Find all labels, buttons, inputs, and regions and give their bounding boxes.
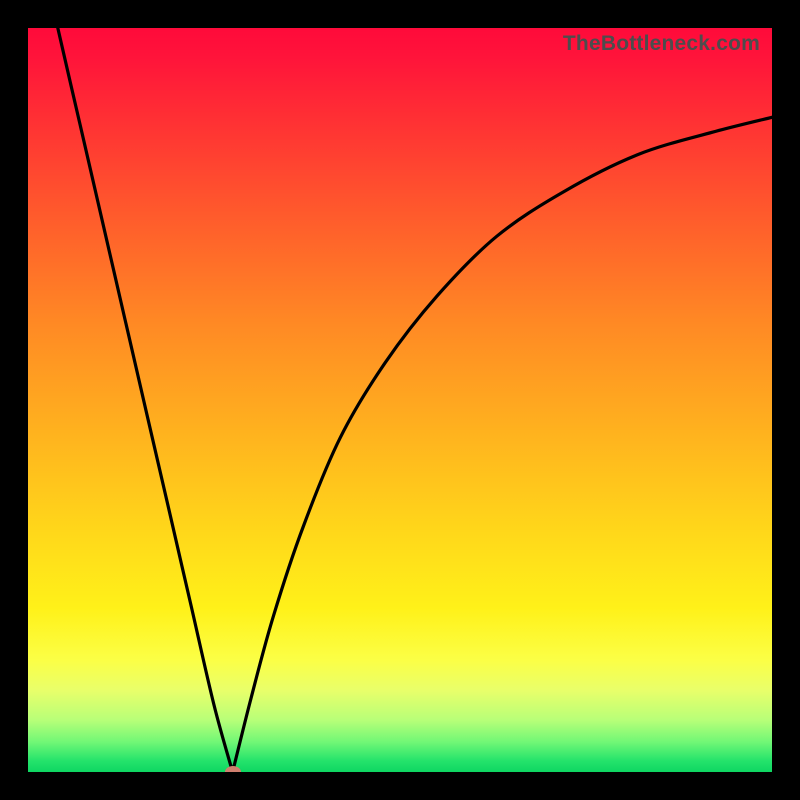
chart-frame: TheBottleneck.com <box>0 0 800 800</box>
optimum-marker <box>225 766 241 772</box>
curve-path <box>58 28 772 772</box>
plot-area: TheBottleneck.com <box>28 28 772 772</box>
bottleneck-curve <box>28 28 772 772</box>
